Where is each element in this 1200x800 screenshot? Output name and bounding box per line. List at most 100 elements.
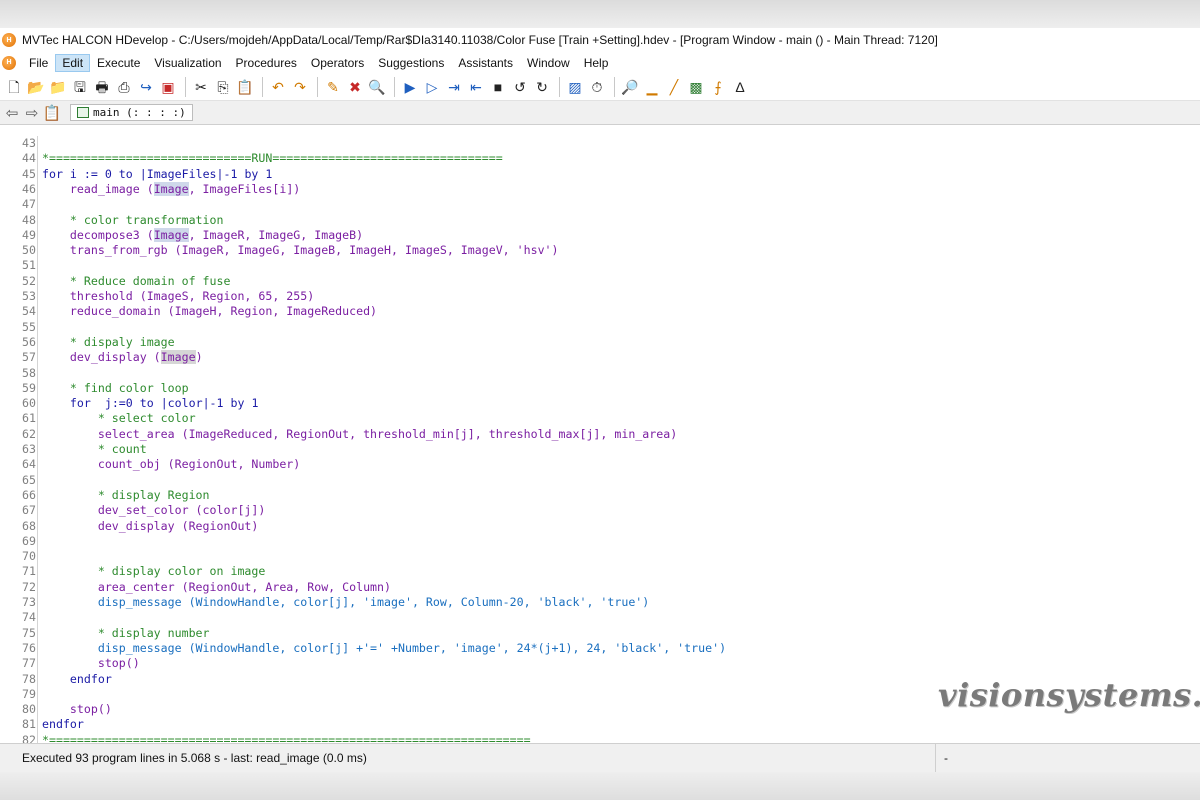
code-line[interactable]: 69 (0, 534, 1200, 549)
code-line[interactable]: 58 (0, 366, 1200, 381)
code-line[interactable]: 54 reduce_domain (ImageH, Region, ImageR… (0, 304, 1200, 319)
code-line[interactable]: 44 *=============================RUN=====… (0, 151, 1200, 166)
code-line[interactable]: 82 *=====================================… (0, 733, 1200, 743)
run-icon[interactable]: ▶ (400, 77, 420, 97)
step-into-icon[interactable]: ⇥ (444, 77, 464, 97)
code-text: * display color on image (42, 564, 266, 579)
back-arrow-icon[interactable]: ⇦ (2, 103, 22, 123)
code-line[interactable]: 77 stop() (0, 656, 1200, 671)
procedure-menu-icon[interactable]: 📋 (42, 103, 62, 123)
code-text: endfor (42, 672, 112, 687)
save-icon[interactable]: 🖫 (70, 77, 90, 97)
new-file-icon[interactable]: 🗋 (4, 77, 24, 97)
undo-icon[interactable]: ↶ (268, 77, 288, 97)
menu-visualization[interactable]: Visualization (147, 54, 228, 72)
code-line[interactable]: 50 trans_from_rgb (ImageR, ImageG, Image… (0, 243, 1200, 258)
edit-procedure-icon[interactable]: ✎ (323, 77, 343, 97)
code-line[interactable]: 52 * Reduce domain of fuse (0, 274, 1200, 289)
menu-execute[interactable]: Execute (90, 54, 147, 72)
code-line[interactable]: 49 decompose3 (Image, ImageR, ImageG, Im… (0, 227, 1200, 243)
variable-icon[interactable]: Δ (730, 77, 750, 97)
code-line[interactable]: 74 (0, 610, 1200, 625)
menu-file[interactable]: File (22, 54, 55, 72)
code-line[interactable]: 59 * find color loop (0, 381, 1200, 396)
paste-icon[interactable]: 📋 (235, 77, 255, 97)
code-line[interactable]: 72 area_center (RegionOut, Area, Row, Co… (0, 580, 1200, 595)
line-number: 49 (22, 227, 36, 242)
feature-inspection-icon[interactable]: ▩ (686, 77, 706, 97)
code-token: |ImageFiles|-1 (132, 166, 245, 181)
program-editor[interactable]: 43 44 *=============================RUN===… (0, 136, 1200, 743)
code-text: trans_from_rgb (ImageR, ImageG, ImageB, … (42, 243, 559, 258)
code-line[interactable]: 56 * dispaly image (0, 335, 1200, 350)
cut-icon[interactable]: ✂ (191, 77, 211, 97)
code-token: to (118, 166, 133, 181)
menu-window[interactable]: Window (520, 54, 577, 72)
code-token: |color|-1 (153, 396, 231, 411)
code-line[interactable]: 46 read_image (Image, ImageFiles[i]) (0, 181, 1200, 197)
code-line[interactable]: 48 * color transformation (0, 213, 1200, 228)
active-window-icon[interactable]: ▨ (565, 77, 585, 97)
timer-icon[interactable]: ⏱ (587, 77, 607, 97)
code-line[interactable]: 75 * display number (0, 626, 1200, 641)
line-number: 61 (22, 411, 36, 426)
menu-procedures[interactable]: Procedures (229, 54, 304, 72)
code-line[interactable]: 73 disp_message (WindowHandle, color[j],… (0, 595, 1200, 610)
code-token: 1 (258, 166, 273, 181)
screenshot-bottom-margin (0, 772, 1200, 800)
insert-procedure-icon[interactable]: ▣ (158, 77, 178, 97)
code-line[interactable]: 60 for j:=0 to |color|-1 by 1 (0, 396, 1200, 411)
redo-icon[interactable]: ↷ (290, 77, 310, 97)
halcon-menu-icon[interactable]: H (2, 55, 16, 70)
code-line[interactable]: 71 * display color on image (0, 564, 1200, 579)
procedure-tab-main[interactable]: main (: : : :) (70, 104, 193, 121)
toolbar-separator (559, 76, 560, 97)
code-token: to (139, 396, 154, 411)
code-token: reduce_domain (ImageH, Region, ImageRedu… (42, 304, 378, 319)
code-line[interactable]: 76 disp_message (WindowHandle, color[j] … (0, 641, 1200, 656)
step-out-icon[interactable]: ⇤ (466, 77, 486, 97)
zoom-icon[interactable]: 🔎 (620, 77, 640, 97)
code-line[interactable]: 81 endfor (0, 717, 1200, 732)
print-preview-icon[interactable]: ⎙ (114, 77, 134, 97)
code-text: decompose3 (Image, ImageR, ImageG, Image… (42, 227, 363, 243)
code-line[interactable]: 53 threshold (ImageS, Region, 65, 255) (0, 289, 1200, 304)
code-line[interactable]: 61 * select color (0, 411, 1200, 426)
line-profile-icon[interactable]: ╱ (664, 77, 684, 97)
delete-procedure-icon[interactable]: ✖ (345, 77, 365, 97)
code-line[interactable]: 55 (0, 320, 1200, 335)
code-text: dev_display (RegionOut) (42, 519, 259, 534)
binoculars-icon[interactable]: 🔍 (367, 77, 387, 97)
open-folder-icon[interactable]: 📁 (48, 77, 68, 97)
menu-operators[interactable]: Operators (304, 54, 371, 72)
code-line[interactable]: 70 (0, 549, 1200, 564)
reset-program-icon[interactable]: ↺ (510, 77, 530, 97)
reset-procedure-icon[interactable]: ↻ (532, 77, 552, 97)
code-line[interactable]: 64 count_obj (RegionOut, Number) (0, 457, 1200, 472)
menu-assistants[interactable]: Assistants (451, 54, 520, 72)
code-line[interactable]: 65 (0, 473, 1200, 488)
menu-edit[interactable]: Edit (55, 53, 91, 72)
code-line[interactable]: 47 (0, 197, 1200, 212)
histogram-icon[interactable]: ▁ (642, 77, 662, 97)
stop-icon[interactable]: ■ (488, 77, 508, 97)
menu-help[interactable]: Help (577, 54, 616, 72)
code-line[interactable]: 51 (0, 258, 1200, 273)
export-icon[interactable]: ↪ (136, 77, 156, 97)
copy-icon[interactable]: ⎘ (213, 77, 233, 97)
code-line[interactable]: 43 (0, 136, 1200, 151)
code-line[interactable]: 45 for i := 0 to |ImageFiles|-1 by 1 (0, 167, 1200, 182)
code-line[interactable]: 57 dev_display (Image) (0, 350, 1200, 365)
code-line[interactable]: 68 dev_display (RegionOut) (0, 519, 1200, 534)
code-line[interactable]: 62 select_area (ImageReduced, RegionOut,… (0, 427, 1200, 442)
code-line[interactable]: 63 * count (0, 442, 1200, 457)
ocr-icon[interactable]: ⨍ (708, 77, 728, 97)
open-file-icon[interactable]: 📂 (26, 77, 46, 97)
status-bar: Executed 93 program lines in 5.068 s - l… (0, 743, 1200, 772)
step-over-icon[interactable]: ▷ (422, 77, 442, 97)
menu-suggestions[interactable]: Suggestions (371, 54, 451, 72)
forward-arrow-icon[interactable]: ⇨ (22, 103, 42, 123)
code-line[interactable]: 67 dev_set_color (color[j]) (0, 503, 1200, 518)
print-icon[interactable]: 🖶 (92, 77, 112, 97)
code-line[interactable]: 66 * display Region (0, 488, 1200, 503)
